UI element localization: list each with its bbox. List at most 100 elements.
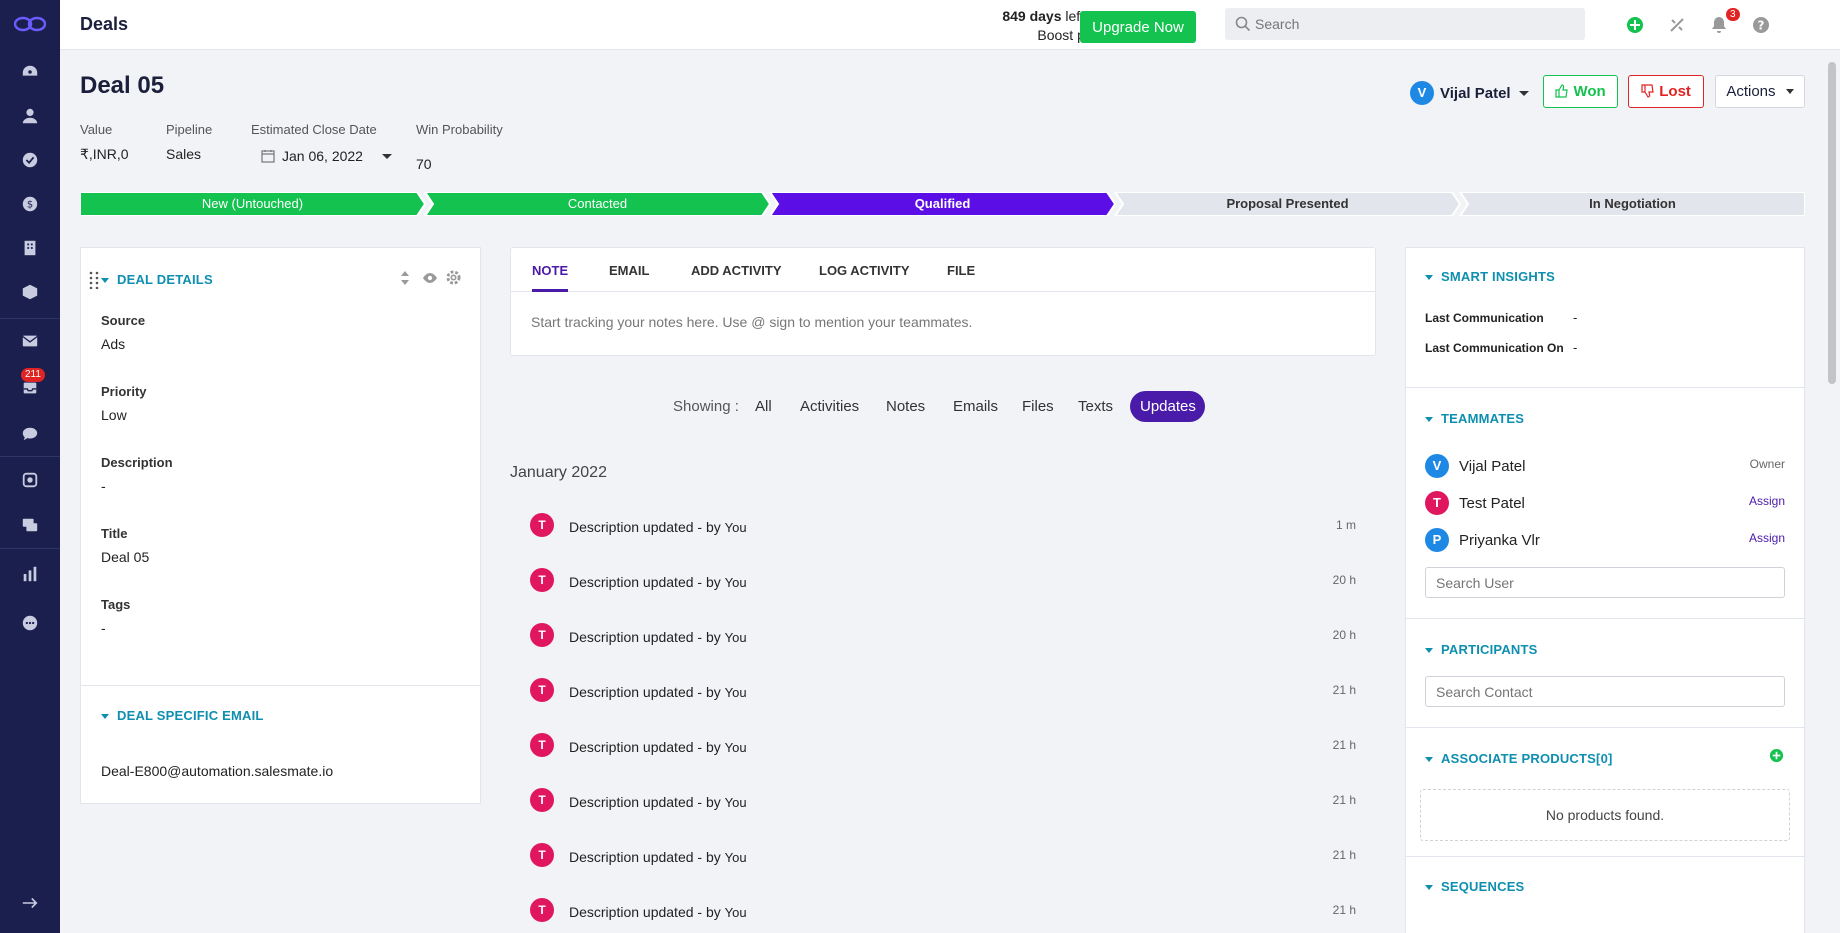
sequences-header[interactable]: SEQUENCES bbox=[1425, 878, 1524, 894]
owner-name: Vijal Patel bbox=[1440, 84, 1511, 102]
title-value[interactable]: Deal 05 bbox=[101, 549, 149, 565]
search-contact-input[interactable] bbox=[1426, 677, 1784, 706]
win-probability-field[interactable]: 70 bbox=[416, 156, 432, 172]
stage-label[interactable]: In Negotiation bbox=[1460, 196, 1805, 211]
timeline-entry[interactable]: T Description updated - by You 21 h bbox=[530, 788, 1356, 818]
lost-button[interactable]: Lost bbox=[1628, 75, 1704, 108]
section-title: DEAL DETAILS bbox=[117, 272, 213, 287]
automation-icon[interactable] bbox=[20, 470, 40, 490]
tab-note[interactable]: NOTE bbox=[532, 263, 568, 278]
upgrade-button[interactable]: Upgrade Now bbox=[1080, 11, 1196, 43]
close-date-field[interactable]: Jan 06, 2022 bbox=[282, 148, 363, 164]
messages-icon[interactable] bbox=[20, 515, 40, 535]
field-label: Source bbox=[101, 313, 146, 328]
drag-handle-icon[interactable] bbox=[89, 271, 99, 289]
entry-author: You bbox=[724, 795, 747, 810]
deal-details-header[interactable]: DEAL DETAILS bbox=[101, 271, 213, 287]
deal-email-header[interactable]: DEAL SPECIFIC EMAIL bbox=[101, 707, 264, 723]
section-title: ASSOCIATE PRODUCTS[0] bbox=[1441, 751, 1613, 766]
companies-icon[interactable] bbox=[20, 238, 40, 258]
timeline-entry[interactable]: T Description updated - by You 21 h bbox=[530, 843, 1356, 873]
entry-text: Description updated - by You bbox=[569, 684, 747, 700]
pipeline-stages: New (Untouched) Contacted Qualified Proposa… bbox=[80, 192, 1805, 216]
eye-icon[interactable] bbox=[422, 272, 438, 284]
products-icon[interactable] bbox=[20, 282, 40, 302]
timeline-entry[interactable]: T Description updated - by You 21 h bbox=[530, 678, 1356, 708]
expand-arrow-icon[interactable] bbox=[20, 893, 40, 913]
filter-updates[interactable]: Updates bbox=[1140, 398, 1196, 415]
help-icon[interactable]: ? bbox=[1751, 15, 1771, 35]
add-icon[interactable] bbox=[1625, 15, 1645, 35]
search-input[interactable] bbox=[1255, 8, 1575, 40]
contacts-icon[interactable] bbox=[20, 106, 40, 126]
tasks-icon[interactable] bbox=[20, 150, 40, 170]
note-input[interactable]: Start tracking your notes here. Use @ si… bbox=[531, 314, 972, 330]
entry-description: Description updated - by bbox=[569, 629, 725, 645]
won-button[interactable]: Won bbox=[1543, 75, 1618, 108]
deal-owner-selector[interactable]: V Vijal Patel bbox=[1410, 81, 1529, 105]
timeline-entry[interactable]: T Description updated - by You 20 h bbox=[530, 568, 1356, 598]
gear-icon[interactable] bbox=[446, 270, 461, 285]
search-user-input[interactable] bbox=[1426, 568, 1784, 597]
stage-label[interactable]: Qualified bbox=[770, 196, 1115, 211]
entry-text: Description updated - by You bbox=[569, 574, 747, 590]
value-field[interactable]: ₹,INR,0 bbox=[80, 146, 129, 163]
assign-link[interactable]: Assign bbox=[1749, 531, 1785, 545]
deals-icon[interactable]: $ bbox=[20, 194, 40, 214]
nav-divider bbox=[0, 318, 60, 319]
search-user-field[interactable] bbox=[1425, 567, 1785, 598]
timeline-entry[interactable]: T Description updated - by You 20 h bbox=[530, 623, 1356, 653]
teammate-name: Priyanka Vlr bbox=[1459, 532, 1540, 549]
collapse-caret-icon bbox=[1425, 274, 1433, 280]
tab-email[interactable]: EMAIL bbox=[609, 263, 649, 278]
tags-value[interactable]: - bbox=[101, 620, 106, 636]
pipeline-field[interactable]: Sales bbox=[166, 146, 201, 162]
page-scrollbar[interactable] bbox=[1828, 62, 1836, 384]
tab-file[interactable]: FILE bbox=[947, 263, 975, 278]
tab-add-activity[interactable]: ADD ACTIVITY bbox=[691, 263, 782, 278]
teammate-row: P Priyanka Vlr Assign bbox=[1425, 528, 1785, 554]
filter-texts[interactable]: Texts bbox=[1078, 398, 1113, 415]
sort-icon[interactable] bbox=[400, 270, 410, 286]
activity-composer: NOTE EMAIL ADD ACTIVITY LOG ACTIVITY FIL… bbox=[510, 247, 1376, 356]
stage-label[interactable]: Proposal Presented bbox=[1115, 196, 1460, 211]
entry-time: 20 h bbox=[1332, 573, 1356, 587]
chevron-down-icon[interactable] bbox=[382, 154, 392, 159]
reports-icon[interactable] bbox=[20, 564, 40, 584]
entry-author: You bbox=[724, 685, 747, 700]
chat-icon[interactable] bbox=[20, 424, 40, 444]
stage-label[interactable]: New (Untouched) bbox=[80, 196, 425, 211]
assign-link[interactable]: Assign bbox=[1749, 494, 1785, 508]
associate-products-header[interactable]: ASSOCIATE PRODUCTS[0] bbox=[1425, 750, 1613, 766]
bell-icon[interactable] bbox=[1709, 15, 1729, 35]
participants-header[interactable]: PARTICIPANTS bbox=[1425, 641, 1538, 657]
timeline-entry[interactable]: T Description updated - by You 21 h bbox=[530, 898, 1356, 928]
teammates-header[interactable]: TEAMMATES bbox=[1425, 410, 1524, 426]
deal-email-address[interactable]: Deal-E800@automation.salesmate.io bbox=[101, 763, 333, 779]
field-label: Priority bbox=[101, 384, 147, 399]
section-title: PARTICIPANTS bbox=[1441, 642, 1538, 657]
add-product-icon[interactable] bbox=[1769, 748, 1784, 763]
priority-value[interactable]: Low bbox=[101, 407, 127, 423]
filter-all[interactable]: All bbox=[755, 398, 772, 415]
more-icon[interactable] bbox=[20, 613, 40, 633]
stage-label[interactable]: Contacted bbox=[425, 196, 770, 211]
filter-activities[interactable]: Activities bbox=[800, 398, 859, 415]
dashboard-icon[interactable] bbox=[20, 62, 40, 82]
source-value[interactable]: Ads bbox=[101, 336, 125, 352]
tools-icon[interactable] bbox=[1667, 15, 1687, 35]
app-logo[interactable] bbox=[14, 14, 46, 34]
teammate-name: Test Patel bbox=[1459, 495, 1525, 512]
smart-insights-header[interactable]: SMART INSIGHTS bbox=[1425, 268, 1555, 284]
actions-button[interactable]: Actions bbox=[1715, 75, 1805, 108]
filter-emails[interactable]: Emails bbox=[953, 398, 998, 415]
description-value[interactable]: - bbox=[101, 478, 106, 494]
global-search[interactable] bbox=[1225, 8, 1585, 40]
tab-log-activity[interactable]: LOG ACTIVITY bbox=[819, 263, 910, 278]
search-contact-field[interactable] bbox=[1425, 676, 1785, 707]
timeline-entry[interactable]: T Description updated - by You 1 m bbox=[530, 513, 1356, 543]
timeline-entry[interactable]: T Description updated - by You 21 h bbox=[530, 733, 1356, 763]
filter-files[interactable]: Files bbox=[1022, 398, 1054, 415]
filter-notes[interactable]: Notes bbox=[886, 398, 925, 415]
mail-icon[interactable] bbox=[20, 331, 40, 351]
